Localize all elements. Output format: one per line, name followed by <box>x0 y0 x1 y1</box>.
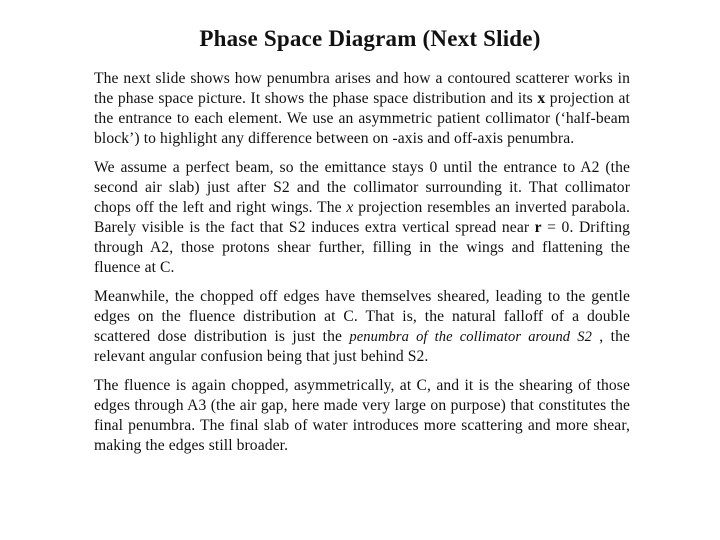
slide: Phase Space Diagram (Next Slide) The nex… <box>0 0 720 540</box>
paragraph-penumbra: Meanwhile, the chopped off edges have th… <box>94 287 630 367</box>
variable-r: r <box>534 219 542 236</box>
paragraph-text: The fluence is again chopped, asymmetric… <box>94 377 630 454</box>
paragraph-final: The fluence is again chopped, asymmetric… <box>94 376 630 456</box>
paragraph-perfect-beam: We assume a perfect beam, so the emittan… <box>94 158 630 278</box>
paragraph-intro: The next slide shows how penumbra arises… <box>94 69 630 149</box>
slide-body: The next slide shows how penumbra arises… <box>94 69 630 465</box>
emphasis-penumbra: penumbra of the collimator around S2 <box>349 329 592 345</box>
slide-title: Phase Space Diagram (Next Slide) <box>199 26 541 51</box>
